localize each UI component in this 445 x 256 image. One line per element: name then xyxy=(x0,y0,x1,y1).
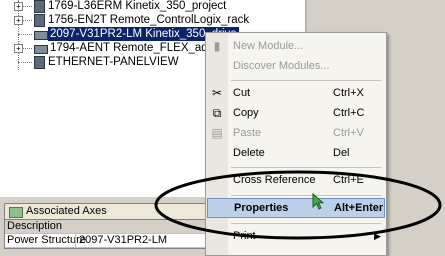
menu-item-cut[interactable]: ✂ Cut Ctrl+X xyxy=(206,83,386,103)
menu-item-label: Copy xyxy=(233,107,259,119)
menu-item-paste[interactable]: ▤ Paste Ctrl+V xyxy=(206,123,386,143)
tree-item-label: 1756-EN2T Remote_ControlLogix_rack xyxy=(48,14,250,26)
menu-item-copy[interactable]: ⧉ Copy Ctrl+C xyxy=(206,103,386,123)
expand-icon[interactable]: + xyxy=(14,16,23,25)
expand-icon[interactable]: + xyxy=(14,2,23,11)
menu-item-label: Properties xyxy=(234,202,289,214)
menu-item-shortcut: Ctrl+E xyxy=(333,174,364,186)
tree-item-1756-en2t[interactable]: + 1756-EN2T Remote_ControlLogix_rack xyxy=(0,13,300,27)
menu-item-shortcut: Ctrl+X xyxy=(333,87,364,99)
property-name: Description xyxy=(7,220,63,232)
submenu-arrow-icon: ▶ xyxy=(374,231,381,241)
menu-item-label: Paste xyxy=(233,127,262,139)
property-value: 2097-V31PR2-LM xyxy=(75,234,167,247)
tree-item-1769-l36erm[interactable]: + 1769-L36ERM Kinetix_350_project xyxy=(0,0,300,13)
menu-separator xyxy=(231,80,381,81)
menu-item-print[interactable]: Print ▶ xyxy=(206,226,386,246)
menu-separator xyxy=(231,167,381,168)
copy-icon: ⧉ xyxy=(212,106,222,120)
module-icon xyxy=(34,14,45,27)
panel-header-label: Associated Axes xyxy=(26,205,107,217)
menu-item-properties[interactable]: Properties Alt+Enter xyxy=(207,198,385,218)
menu-item-new-module[interactable]: ▮ New Module... xyxy=(206,36,386,56)
menu-item-shortcut: Ctrl+V xyxy=(333,127,364,139)
menu-item-shortcut: Alt+Enter xyxy=(334,202,384,214)
menu-item-label: Discover Modules... xyxy=(233,60,330,72)
scissors-icon: ✂ xyxy=(211,86,223,100)
menu-item-label: Print xyxy=(233,230,256,242)
drive-icon xyxy=(34,31,48,40)
tree-item-label: ETHERNET-PANELVIEW xyxy=(48,56,179,68)
menu-item-discover-modules[interactable]: Discover Modules... xyxy=(206,56,386,76)
mouse-pointer-icon xyxy=(312,193,325,210)
menu-item-label: New Module... xyxy=(233,40,304,52)
menu-item-shortcut: Ctrl+C xyxy=(333,107,365,119)
menu-item-label: Cross Reference xyxy=(233,174,316,186)
expand-icon[interactable]: + xyxy=(14,44,23,53)
paste-icon: ▤ xyxy=(211,126,223,140)
module-icon xyxy=(34,56,45,69)
menu-separator xyxy=(231,223,381,224)
context-menu: ▮ New Module... Discover Modules... ✂ Cu… xyxy=(205,32,387,256)
adapter-icon xyxy=(34,45,48,54)
folder-icon xyxy=(9,207,23,218)
menu-item-label: Delete xyxy=(233,147,265,159)
menu-separator xyxy=(231,195,381,196)
menu-item-cross-reference[interactable]: Cross Reference Ctrl+E xyxy=(206,170,386,190)
menu-item-label: Cut xyxy=(233,87,251,99)
menu-item-shortcut: Del xyxy=(333,147,350,159)
tree-item-label: 1769-L36ERM Kinetix_350_project xyxy=(48,0,227,12)
menu-item-delete[interactable]: Delete Del xyxy=(206,143,386,163)
module-icon: ▮ xyxy=(213,39,221,53)
controller-icon xyxy=(34,0,45,13)
